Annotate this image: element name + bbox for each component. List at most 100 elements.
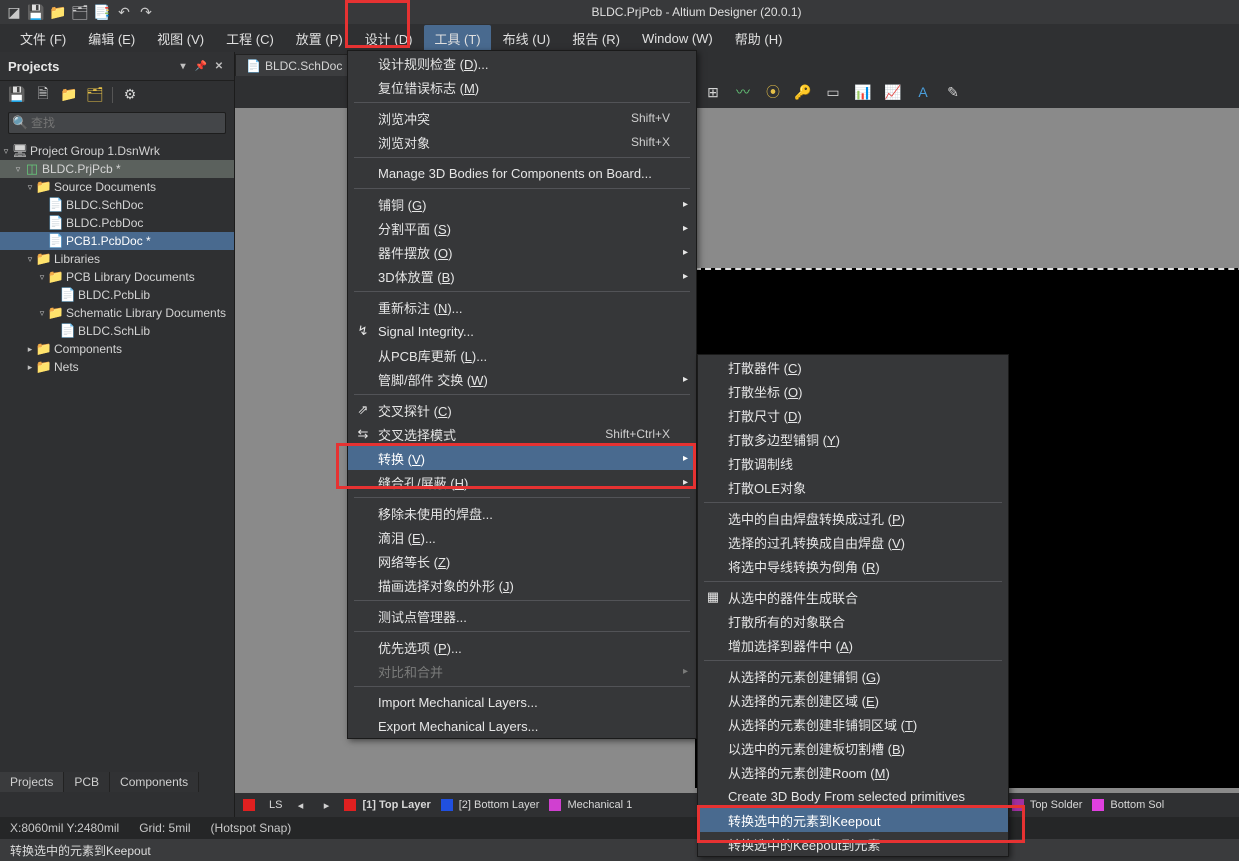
menu-item[interactable]: 打散调制线	[698, 451, 1008, 475]
menu-item[interactable]: 器件摆放 (O)▸	[348, 240, 696, 264]
key-icon[interactable]: 🔑	[793, 82, 813, 102]
menu-item[interactable]: 选中的自由焊盘转换成过孔 (P)	[698, 506, 1008, 530]
menu-item[interactable]: 管脚/部件 交换 (W)▸	[348, 367, 696, 391]
panel-tab-projects[interactable]: Projects	[0, 772, 64, 792]
menu-item[interactable]: Export Mechanical Layers...	[348, 714, 696, 738]
open-folders-icon[interactable]: 🗂	[72, 4, 88, 20]
menu-project[interactable]: 工程 (C)	[216, 25, 284, 52]
layer-swatch[interactable]	[243, 799, 255, 811]
menu-route[interactable]: 布线 (U)	[493, 25, 561, 52]
menu-item[interactable]: 移除未使用的焊盘...	[348, 501, 696, 525]
menu-item[interactable]: 将选中导线转换为倒角 (R)	[698, 554, 1008, 578]
projects-tree[interactable]: ▿🖥Project Group 1.DsnWrk ▿◫BLDC.PrjPcb *…	[0, 138, 234, 861]
menu-item[interactable]: Manage 3D Bodies for Components on Board…	[348, 161, 696, 185]
menu-item[interactable]: 滴泪 (E)...	[348, 525, 696, 549]
menu-item[interactable]: 转换 (V)▸	[348, 446, 696, 470]
text-icon[interactable]: A	[913, 82, 933, 102]
menu-item[interactable]: 转换选中的Keepout到元素	[698, 832, 1008, 856]
add-files-icon[interactable]: 🗂	[86, 86, 104, 104]
menu-report[interactable]: 报告 (R)	[562, 25, 630, 52]
menu-item[interactable]: 复位错误标志 (M)	[348, 75, 696, 99]
menu-item[interactable]: 选择的过孔转换成自由焊盘 (V)	[698, 530, 1008, 554]
layer-ls[interactable]: LS	[269, 799, 282, 811]
save-project-icon[interactable]: 💾	[8, 86, 26, 104]
undo-icon[interactable]: ↶	[116, 4, 132, 20]
chart2-icon[interactable]: 📈	[883, 82, 903, 102]
menu-file[interactable]: 文件 (F)	[10, 25, 76, 52]
scroll-right-icon[interactable]: ▸	[318, 799, 334, 812]
menu-view[interactable]: 视图 (V)	[147, 25, 214, 52]
chart1-icon[interactable]: 📊	[853, 82, 873, 102]
menu-item[interactable]: 打散器件 (C)	[698, 355, 1008, 379]
tree-components[interactable]: Components	[52, 342, 122, 356]
menu-edit[interactable]: 编辑 (E)	[78, 25, 145, 52]
compile-icon[interactable]: 🗎	[34, 86, 52, 104]
menu-item[interactable]: 从选择的元素创建Room (M)	[698, 760, 1008, 784]
menu-help[interactable]: 帮助 (H)	[725, 25, 793, 52]
tree-pcb-library-docs[interactable]: PCB Library Documents	[64, 270, 195, 284]
tree-pcbdoc[interactable]: BLDC.PcbDoc	[64, 216, 143, 230]
panel-tab-components[interactable]: Components	[110, 772, 199, 792]
menu-item[interactable]: 以选中的元素创建板切割槽 (B)	[698, 736, 1008, 760]
layer-bottom[interactable]: [2] Bottom Layer	[441, 799, 540, 811]
redo-icon[interactable]: ↷	[138, 4, 154, 20]
dimension-icon[interactable]: ▭	[823, 82, 843, 102]
tree-project-group[interactable]: Project Group 1.DsnWrk	[28, 144, 160, 158]
menu-item[interactable]: 缝合孔/屏蔽 (H)▸	[348, 470, 696, 494]
tree-nets[interactable]: Nets	[52, 360, 79, 374]
menu-item[interactable]: Create 3D Body From selected primitives	[698, 784, 1008, 808]
menu-item[interactable]: 优先选项 (P)...	[348, 635, 696, 659]
menu-item[interactable]: 重新标注 (N)...	[348, 295, 696, 319]
panel-pin-icon[interactable]: 📌	[194, 59, 208, 73]
menu-tools[interactable]: 工具 (T)	[424, 25, 490, 52]
menu-item[interactable]: 设计规则检查 (D)...	[348, 51, 696, 75]
pencil-icon[interactable]: ✎	[943, 82, 963, 102]
menu-item[interactable]: 打散多边型铺铜 (Y)	[698, 427, 1008, 451]
menu-item[interactable]: 分割平面 (S)▸	[348, 216, 696, 240]
menu-item[interactable]: 测试点管理器...	[348, 604, 696, 628]
menu-item[interactable]: 增加选择到器件中 (A)	[698, 633, 1008, 657]
panel-tab-pcb[interactable]: PCB	[64, 772, 110, 792]
menu-item[interactable]: 描画选择对象的外形 (J)	[348, 573, 696, 597]
tree-sch-library-docs[interactable]: Schematic Library Documents	[64, 306, 226, 320]
gear-icon[interactable]: ⚙	[121, 86, 139, 104]
tree-pcb1[interactable]: PCB1.PcbDoc *	[64, 234, 151, 248]
menu-item[interactable]: 从PCB库更新 (L)...	[348, 343, 696, 367]
menu-design[interactable]: 设计 (D)	[355, 25, 423, 52]
menu-item[interactable]: ▦从选中的器件生成联合	[698, 585, 1008, 609]
layer-top[interactable]: [1] Top Layer	[344, 799, 430, 811]
tree-schdoc[interactable]: BLDC.SchDoc	[64, 198, 143, 212]
menu-item[interactable]: 浏览对象Shift+X	[348, 130, 696, 154]
via-icon[interactable]: ⦿	[763, 82, 783, 102]
panel-menu-icon[interactable]: ▾	[176, 59, 190, 73]
menu-item[interactable]: 打散所有的对象联合	[698, 609, 1008, 633]
menu-item[interactable]: ⇆交叉选择模式Shift+Ctrl+X	[348, 422, 696, 446]
menu-item[interactable]: Import Mechanical Layers...	[348, 690, 696, 714]
open-templates-icon[interactable]: 📑	[94, 4, 110, 20]
menu-item[interactable]: 浏览冲突Shift+V	[348, 106, 696, 130]
tree-libraries[interactable]: Libraries	[52, 252, 100, 266]
panel-close-icon[interactable]: ✕	[212, 59, 226, 73]
tool-icon[interactable]: ⊞	[703, 82, 723, 102]
doc-tab-schdoc[interactable]: 📄BLDC.SchDoc	[235, 54, 353, 76]
layer-bottom-solder[interactable]: Bottom Sol	[1092, 799, 1164, 811]
menu-item[interactable]: 从选择的元素创建铺铜 (G)	[698, 664, 1008, 688]
open-folder-icon[interactable]: 📁	[50, 4, 66, 20]
add-folder-icon[interactable]: 📁	[60, 86, 78, 104]
menu-item[interactable]: ↯Signal Integrity...	[348, 319, 696, 343]
menu-window[interactable]: Window (W)	[632, 27, 723, 50]
save-icon[interactable]: 💾	[28, 4, 44, 20]
menu-item[interactable]: ⇗交叉探针 (C)	[348, 398, 696, 422]
menu-place[interactable]: 放置 (P)	[286, 25, 353, 52]
menu-item[interactable]: 3D体放置 (B)▸	[348, 264, 696, 288]
tree-project[interactable]: BLDC.PrjPcb *	[40, 162, 121, 176]
layer-mechanical[interactable]: Mechanical 1	[549, 799, 632, 811]
menu-item[interactable]: 从选择的元素创建区域 (E)	[698, 688, 1008, 712]
menu-item[interactable]: 打散坐标 (O)	[698, 379, 1008, 403]
menu-item[interactable]: 转换选中的元素到Keepout	[698, 808, 1008, 832]
search-input[interactable]	[8, 112, 226, 134]
route-icon[interactable]: 〰	[733, 82, 753, 102]
tree-schlib[interactable]: BLDC.SchLib	[76, 324, 150, 338]
menu-item[interactable]: 从选择的元素创建非铺铜区域 (T)	[698, 712, 1008, 736]
menu-item[interactable]: 打散OLE对象	[698, 475, 1008, 499]
